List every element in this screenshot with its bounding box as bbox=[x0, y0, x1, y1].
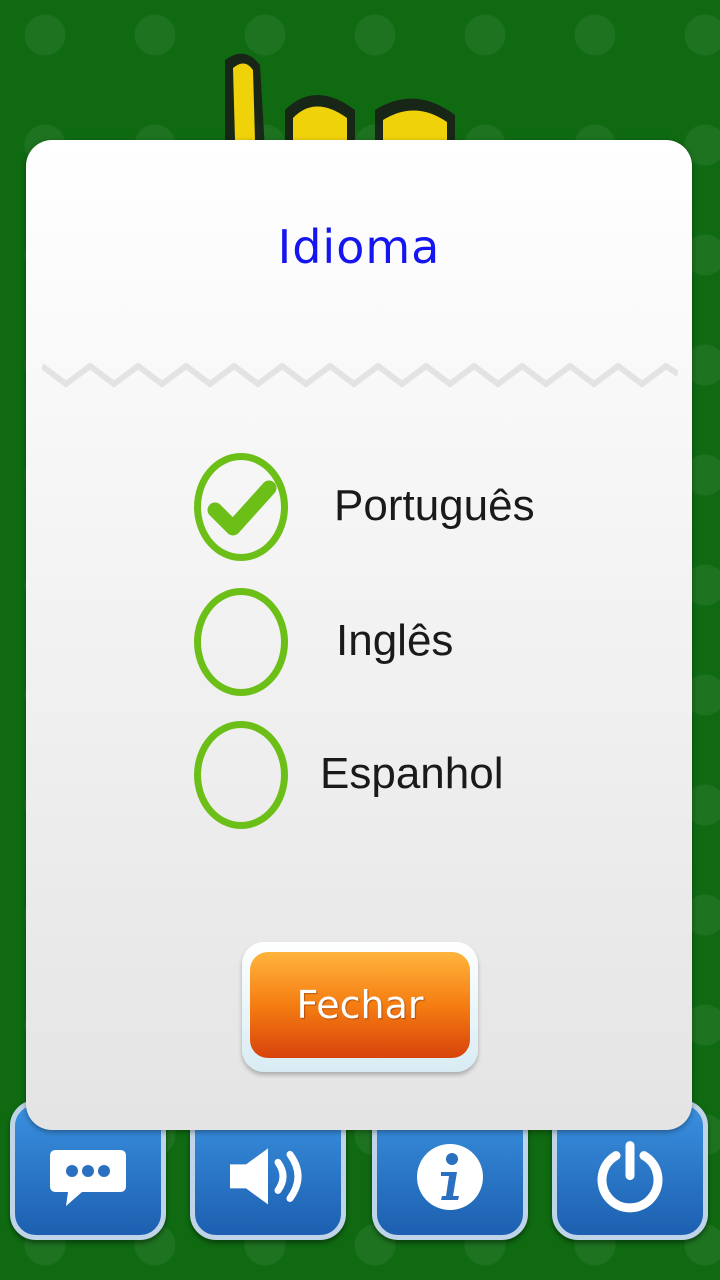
power-icon bbox=[597, 1141, 663, 1213]
option-espanhol[interactable]: Espanhol bbox=[26, 713, 692, 833]
zigzag-divider bbox=[42, 362, 678, 388]
close-button[interactable]: Fechar bbox=[250, 952, 470, 1058]
speaker-icon bbox=[230, 1148, 302, 1205]
dialog-title: Idioma bbox=[277, 220, 441, 274]
option-portugues[interactable]: Português bbox=[26, 445, 692, 565]
option-label: Português bbox=[334, 481, 535, 530]
app-screen: Idioma Português Inglês Espanhol Fechar bbox=[0, 0, 720, 1280]
radio-unchecked[interactable] bbox=[194, 721, 288, 829]
close-button-frame: Fechar bbox=[242, 942, 478, 1072]
option-ingles[interactable]: Inglês bbox=[26, 580, 692, 700]
option-label: Inglês bbox=[336, 616, 454, 665]
info-icon bbox=[417, 1144, 483, 1210]
chat-icon bbox=[50, 1150, 126, 1206]
checkmark-icon bbox=[207, 480, 277, 536]
option-label: Espanhol bbox=[320, 749, 504, 798]
radio-checked[interactable] bbox=[194, 453, 288, 561]
language-dialog: Idioma Português Inglês Espanhol Fechar bbox=[26, 140, 692, 1130]
radio-unchecked[interactable] bbox=[194, 588, 288, 696]
